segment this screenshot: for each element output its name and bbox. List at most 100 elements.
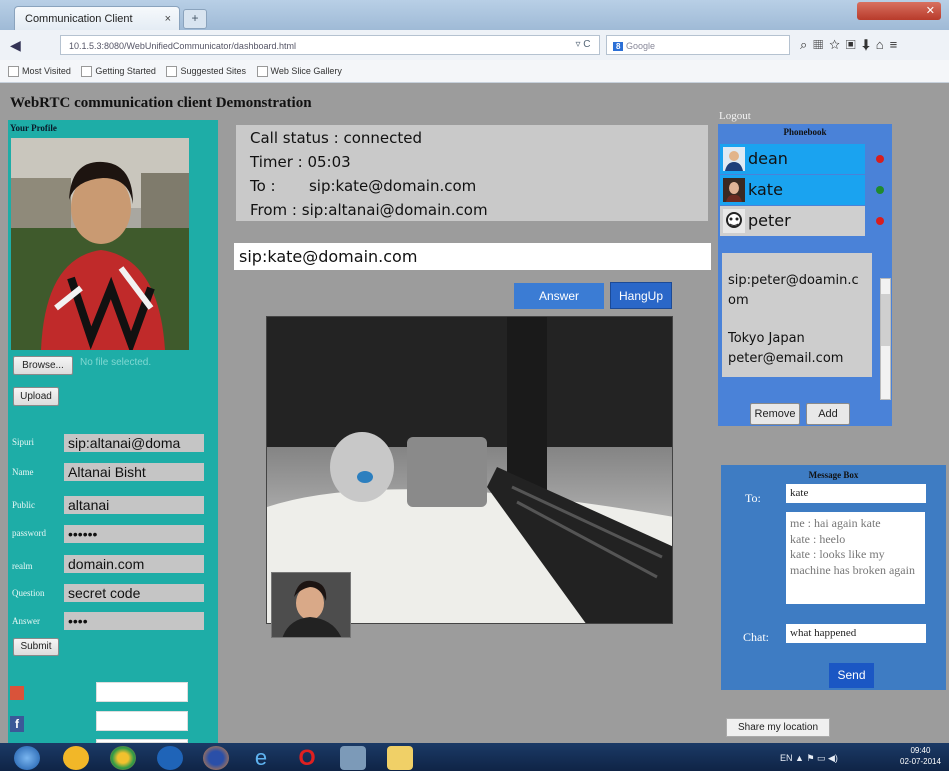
menu-icon[interactable]: ≡	[890, 37, 904, 52]
address-bar[interactable]: 10.1.5.3:8080/WebUnifiedCommunicator/das…	[60, 35, 600, 55]
bookmark-suggested-sites[interactable]: Suggested Sites	[166, 60, 246, 82]
public-label: Public	[12, 500, 36, 510]
clock-date: 02-07-2014	[900, 757, 941, 766]
download-icon[interactable]: ⬇	[862, 37, 876, 52]
no-file-label: No file selected.	[80, 357, 152, 368]
app-icon[interactable]	[63, 746, 89, 770]
password-field[interactable]: ••••••	[64, 525, 204, 543]
upload-button[interactable]: Upload	[13, 387, 59, 406]
answer-field[interactable]: ••••	[64, 612, 204, 630]
bookmark-icon	[256, 66, 268, 78]
ie-icon[interactable]: e	[248, 746, 274, 770]
message-box-title: Message Box	[808, 470, 859, 480]
app-icon[interactable]	[340, 746, 366, 770]
home-icon[interactable]: ⌂	[876, 37, 890, 52]
password-label: password	[12, 528, 46, 538]
phonebook-title: Phonebook	[783, 127, 827, 137]
contact-sip: sip:peter@doamin.com	[728, 273, 859, 308]
chat-log[interactable]: me : hai again kate kate : heelo kate : …	[786, 512, 925, 604]
sipuri-label: Sipuri	[12, 437, 35, 447]
gmail-icon[interactable]	[10, 686, 24, 700]
add-contact-button[interactable]: Add	[806, 403, 850, 425]
send-button[interactable]: Send	[829, 663, 874, 688]
to-input[interactable]: kate	[786, 484, 926, 503]
tab-close-icon[interactable]: ×	[165, 7, 171, 31]
close-window-icon[interactable]: ✕	[926, 5, 935, 17]
back-arrow-icon[interactable]: ◀	[10, 37, 21, 53]
profile-photo	[11, 138, 189, 350]
back-button[interactable]: ◀	[10, 35, 48, 55]
notepad-icon[interactable]	[387, 746, 413, 770]
chat-input[interactable]: what happened	[786, 624, 926, 643]
social-input-1[interactable]	[96, 682, 188, 702]
language-indicator[interactable]: EN	[780, 753, 793, 763]
call-timer-line: Timer : 05:03	[250, 153, 351, 171]
new-tab-button[interactable]: +	[183, 9, 207, 29]
bookmark-icon	[166, 66, 178, 78]
social-input-2[interactable]	[96, 711, 188, 731]
hangup-button[interactable]: HangUp	[610, 282, 672, 309]
firefox-icon[interactable]	[203, 746, 229, 770]
name-field[interactable]: Altanai Bisht	[64, 463, 204, 481]
tray-icons[interactable]: ▲ ⚑ ▭ ◀)	[795, 753, 838, 763]
scrollbar-thumb[interactable]	[881, 294, 890, 346]
logout-link[interactable]: Logout	[719, 110, 751, 122]
realm-field[interactable]: domain.com	[64, 555, 204, 573]
contact-kate[interactable]: kate	[720, 175, 865, 205]
contact-dean[interactable]: dean	[720, 144, 865, 174]
clipboard-icon[interactable]: ▣	[846, 37, 862, 52]
contact-email: peter@email.com	[728, 351, 844, 366]
contact-peter[interactable]: peter	[720, 206, 865, 236]
google-icon: 8	[613, 42, 624, 51]
sipuri-field[interactable]: sip:altanai@doma	[64, 434, 204, 452]
search-icon[interactable]: ⌕	[800, 37, 813, 52]
url-text: 10.1.5.3:8080/WebUnifiedCommunicator/das…	[69, 41, 296, 51]
start-button-icon[interactable]	[14, 746, 40, 770]
avatar	[723, 178, 745, 202]
search-engine-label: Google	[625, 41, 655, 51]
reader-icon[interactable]: ▦	[813, 37, 829, 52]
answer-label: Answer	[12, 616, 40, 626]
reload-button[interactable]: ▿ C	[566, 35, 600, 55]
share-location-button[interactable]: Share my location	[726, 718, 830, 737]
to-label: To:	[745, 491, 761, 505]
status-offline-icon	[876, 155, 884, 163]
target-sip-input[interactable]: sip:kate@domain.com	[234, 243, 711, 270]
bookmark-icon	[81, 66, 93, 78]
clock[interactable]: 09:40 02-07-2014	[900, 745, 941, 767]
question-label: Question	[12, 588, 45, 598]
question-field[interactable]: secret code	[64, 584, 204, 602]
window-controls[interactable]: ✕	[857, 2, 941, 20]
public-field[interactable]: altanai	[64, 496, 204, 514]
bookmark-web-slice-gallery[interactable]: Web Slice Gallery	[256, 60, 342, 82]
browse-button[interactable]: Browse...	[13, 356, 73, 375]
call-from-line: From : sip:altanai@domain.com	[250, 201, 488, 219]
bookmark-icon	[8, 66, 19, 78]
clock-time: 09:40	[910, 746, 931, 755]
opera-icon[interactable]: O	[294, 746, 320, 770]
bookmark-most-visited[interactable]: Most Visited	[8, 60, 71, 82]
contact-location: Tokyo Japan	[728, 331, 805, 346]
app-icon[interactable]	[157, 746, 183, 770]
contact-name: dean	[748, 149, 788, 168]
chat-message: kate : looks like my machine has broken …	[790, 547, 915, 577]
bookmark-getting-started[interactable]: Getting Started	[81, 60, 156, 82]
browser-tab[interactable]: Communication Client ×	[14, 6, 180, 30]
tab-title: Communication Client	[25, 13, 133, 25]
call-status-panel: Call status : connected Timer : 05:03 To…	[236, 125, 708, 221]
avatar	[723, 209, 745, 233]
chrome-icon[interactable]	[110, 746, 136, 770]
chat-message: kate : heelo	[790, 531, 846, 546]
answer-button[interactable]: Answer	[514, 283, 604, 309]
chat-message: me : hai again kate	[790, 516, 881, 530]
local-video-preview	[271, 572, 351, 638]
browser-search-box[interactable]: 8 Google	[606, 35, 790, 55]
avatar	[723, 147, 745, 171]
remove-contact-button[interactable]: Remove	[750, 403, 800, 425]
facebook-icon[interactable]: f	[10, 716, 24, 732]
call-to-line: To : sip:kate@domain.com	[250, 177, 477, 195]
submit-button[interactable]: Submit	[13, 638, 59, 656]
star-icon[interactable]: ☆	[829, 37, 846, 52]
chat-label: Chat:	[743, 630, 769, 644]
page-title: WebRTC communication client Demonstratio…	[10, 95, 312, 111]
